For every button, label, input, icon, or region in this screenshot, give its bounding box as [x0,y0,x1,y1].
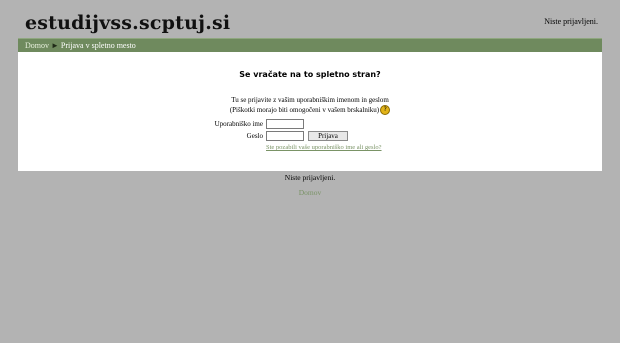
footer-home-link[interactable]: Domov [0,188,620,197]
login-intro-line2: (Piškotki morajo biti omogočeni v vašem … [229,106,380,114]
login-intro: Tu se prijavite z vašim uporabniškim ime… [18,95,602,116]
password-label: Geslo [246,132,263,140]
login-panel: Se vračate na to spletno stran? Tu se pr… [18,52,602,171]
breadcrumb: Domov ► Prijava v spletno mesto [25,39,136,52]
site-title: estudijvss.scptuj.si [25,12,231,34]
forgot-password-link[interactable]: Ste pozabili vaše uporabniško ime ali ge… [266,144,382,151]
footer-login-info: Niste prijavljeni. [284,173,336,182]
navbar: Domov ► Prijava v spletno mesto [18,38,602,52]
breadcrumb-current: Prijava v spletno mesto [60,41,136,50]
breadcrumb-separator-icon: ► [51,41,59,50]
login-intro-line2-wrap: (Piškotki morajo biti omogočeni v vašem … [18,105,602,116]
username-label: Uporabniško ime [214,120,263,128]
login-info: Niste prijavljeni. [544,17,598,26]
login-heading: Se vračate na to spletno stran? [239,70,381,79]
breadcrumb-home-link[interactable]: Domov [25,41,49,50]
password-input[interactable] [266,131,304,141]
username-input[interactable] [266,119,304,129]
login-submit-button[interactable]: Prijava [308,131,348,141]
login-intro-line1: Tu se prijavite z vašim uporabniškim ime… [231,96,389,104]
help-icon[interactable]: ? [380,105,391,116]
